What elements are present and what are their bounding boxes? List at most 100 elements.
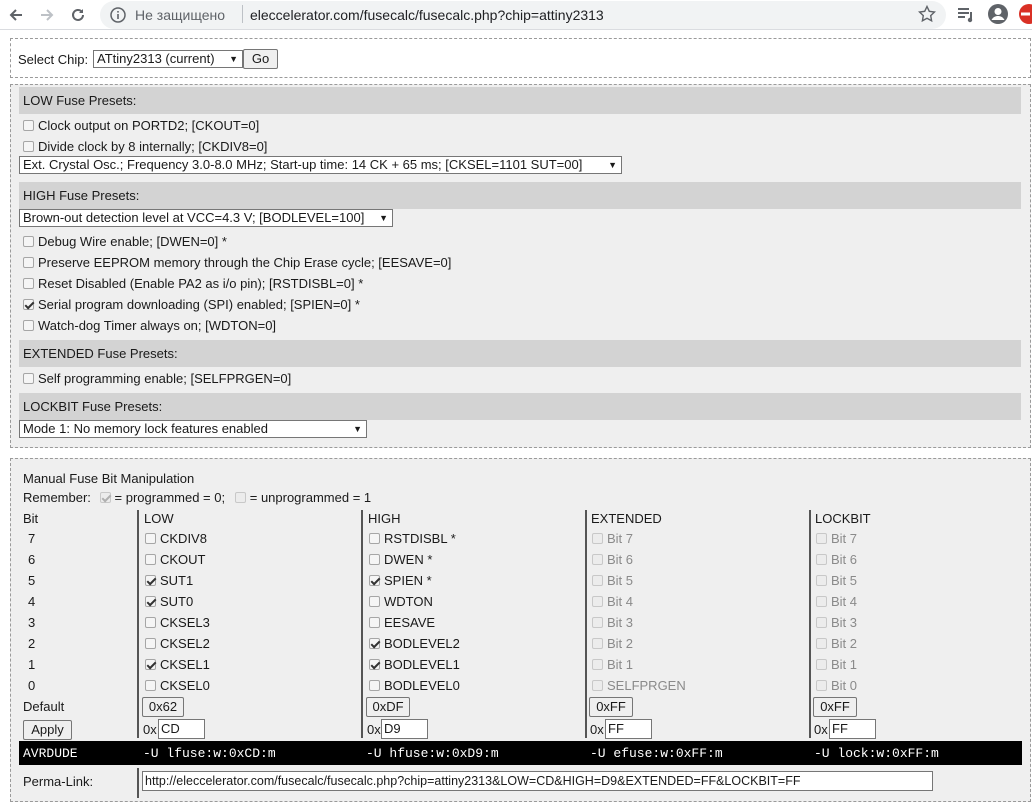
high-bit-checkbox[interactable]: BODLEVEL1: [369, 657, 460, 672]
avrdude-hfuse: -U hfuse:w:0xD9:m: [366, 746, 499, 761]
profile-avatar-icon[interactable]: [987, 3, 1009, 28]
lockbit-bit-label: Bit 0: [831, 678, 858, 693]
checkbox-checked-icon[interactable]: [145, 575, 156, 586]
apply-button[interactable]: Apply: [23, 720, 72, 740]
high-bit-checkbox[interactable]: EESAVE: [369, 615, 435, 630]
high-bit-checkbox[interactable]: RSTDISBL *: [369, 531, 456, 546]
low-bit-checkbox[interactable]: CKSEL1: [145, 657, 210, 672]
info-icon[interactable]: [110, 7, 126, 26]
checkbox-checked-icon[interactable]: [23, 299, 34, 310]
clock-source-select[interactable]: Ext. Crystal Osc.; Frequency 3.0-8.0 MHz…: [19, 156, 622, 174]
checkbox-icon[interactable]: [23, 278, 34, 289]
high-bit-label: BODLEVEL0: [384, 678, 460, 693]
checkbox-icon[interactable]: [23, 257, 34, 268]
low-hex-input[interactable]: CD: [158, 719, 205, 739]
checkbox-checked-icon[interactable]: [369, 659, 380, 670]
column-divider: [585, 510, 587, 738]
checkbox-checked-icon[interactable]: [145, 596, 156, 607]
checkbox-icon[interactable]: [369, 554, 380, 565]
wdton-preset-checkbox[interactable]: Watch-dog Timer always on; [WDTON=0]: [23, 318, 276, 333]
low-bit-checkbox[interactable]: CKOUT: [145, 552, 206, 567]
checkbox-checked-icon[interactable]: [369, 575, 380, 586]
eesave-preset-checkbox[interactable]: Preserve EEPROM memory through the Chip …: [23, 255, 451, 270]
high-bit-checkbox[interactable]: BODLEVEL0: [369, 678, 460, 693]
chip-select-value: ATtiny2313 (current): [97, 51, 215, 66]
lockbit-bit-checkbox: Bit 7: [816, 531, 857, 546]
lockbit-hex-prefix: 0x: [814, 722, 828, 737]
high-hex-input[interactable]: D9: [381, 719, 428, 739]
checkbox-icon[interactable]: [23, 320, 34, 331]
address-bar[interactable]: Не защищено eleccelerator.com/fusecalc/f…: [100, 1, 946, 29]
checkbox-icon: [816, 680, 827, 691]
checkbox-checked-icon[interactable]: [369, 638, 380, 649]
checkbox-icon[interactable]: [145, 554, 156, 565]
checkbox-checked-icon[interactable]: [145, 659, 156, 670]
select-chip-label: Select Chip:: [18, 52, 89, 67]
reading-list-icon[interactable]: [956, 3, 976, 28]
divider: [242, 5, 243, 23]
checkbox-icon[interactable]: [23, 236, 34, 247]
clock-source-value: Ext. Crystal Osc.; Frequency 3.0-8.0 MHz…: [23, 157, 583, 172]
extended-hex-input[interactable]: FF: [605, 719, 652, 739]
checkbox-icon[interactable]: [145, 638, 156, 649]
low-bit-checkbox[interactable]: SUT1: [145, 573, 193, 588]
bookmark-star-icon[interactable]: [917, 4, 937, 26]
ckout-preset-checkbox[interactable]: Clock output on PORTD2; [CKOUT=0]: [23, 118, 259, 133]
checkbox-icon[interactable]: [145, 617, 156, 628]
bit-number: 6: [28, 552, 36, 567]
checkbox-icon: [592, 617, 603, 628]
low-bit-label: CKSEL2: [160, 636, 210, 651]
high-bit-checkbox[interactable]: WDTON: [369, 594, 433, 609]
extended-presets-heading: EXTENDED Fuse Presets:: [19, 340, 1021, 367]
checkbox-icon[interactable]: [369, 617, 380, 628]
high-default-button[interactable]: 0xDF: [366, 697, 410, 717]
forward-icon[interactable]: [35, 3, 59, 27]
selfprgen-preset-checkbox[interactable]: Self programming enable; [SELFPRGEN=0]: [23, 371, 291, 386]
chip-select[interactable]: ATtiny2313 (current) ▼: [93, 50, 243, 68]
ckdiv8-preset-checkbox[interactable]: Divide clock by 8 internally; [CKDIV8=0]: [23, 139, 267, 154]
checkbox-icon[interactable]: [23, 120, 34, 131]
checkbox-icon[interactable]: [23, 141, 34, 152]
extended-bit-label: Bit 2: [607, 636, 634, 651]
checkbox-icon[interactable]: [369, 680, 380, 691]
avrdude-lfuse: -U lfuse:w:0xCD:m: [143, 746, 276, 761]
extended-bit-label: Bit 1: [607, 657, 634, 672]
checkbox-icon[interactable]: [145, 533, 156, 544]
high-bit-checkbox[interactable]: DWEN *: [369, 552, 432, 567]
high-header: HIGH: [368, 511, 401, 526]
low-bit-checkbox[interactable]: SUT0: [145, 594, 193, 609]
bod-level-select[interactable]: Brown-out detection level at VCC=4.3 V; …: [19, 209, 393, 227]
checkbox-icon[interactable]: [369, 533, 380, 544]
url-text[interactable]: eleccelerator.com/fusecalc/fusecalc.php?…: [250, 7, 604, 23]
lockbit-bit-label: Bit 4: [831, 594, 858, 609]
low-bit-checkbox[interactable]: CKSEL0: [145, 678, 210, 693]
column-divider: [137, 768, 139, 798]
extension-icon[interactable]: [1018, 3, 1032, 28]
browser-toolbar: Не защищено eleccelerator.com/fusecalc/f…: [0, 0, 1032, 30]
high-bit-label: RSTDISBL *: [384, 531, 456, 546]
checkbox-icon[interactable]: [23, 373, 34, 384]
lockbit-default-button[interactable]: 0xFF: [813, 697, 857, 717]
reload-icon[interactable]: [66, 3, 90, 27]
low-bit-checkbox[interactable]: CKDIV8: [145, 531, 207, 546]
low-bit-checkbox[interactable]: CKSEL2: [145, 636, 210, 651]
checkbox-icon[interactable]: [145, 680, 156, 691]
lockbit-hex-input[interactable]: FF: [829, 719, 876, 739]
go-button[interactable]: Go: [243, 49, 278, 69]
extended-default-button[interactable]: 0xFF: [589, 697, 633, 717]
low-default-button[interactable]: 0x62: [142, 697, 184, 717]
high-bit-checkbox[interactable]: SPIEN *: [369, 573, 432, 588]
high-bit-checkbox[interactable]: BODLEVEL2: [369, 636, 460, 651]
permalink-input[interactable]: http://eleccelerator.com/fusecalc/fuseca…: [142, 771, 933, 791]
extended-bit-label: SELFPRGEN: [607, 678, 686, 693]
dwen-preset-checkbox[interactable]: Debug Wire enable; [DWEN=0] *: [23, 234, 227, 249]
spien-preset-checkbox[interactable]: Serial program downloading (SPI) enabled…: [23, 297, 360, 312]
lock-mode-select[interactable]: Mode 1: No memory lock features enabled …: [19, 420, 367, 438]
lockbit-bit-checkbox: Bit 5: [816, 573, 857, 588]
back-icon[interactable]: [4, 3, 28, 27]
low-bit-label: CKOUT: [160, 552, 206, 567]
checkbox-icon[interactable]: [369, 596, 380, 607]
rstdisbl-preset-checkbox[interactable]: Reset Disabled (Enable PA2 as i/o pin); …: [23, 276, 363, 291]
checkbox-icon: [816, 617, 827, 628]
low-bit-checkbox[interactable]: CKSEL3: [145, 615, 210, 630]
